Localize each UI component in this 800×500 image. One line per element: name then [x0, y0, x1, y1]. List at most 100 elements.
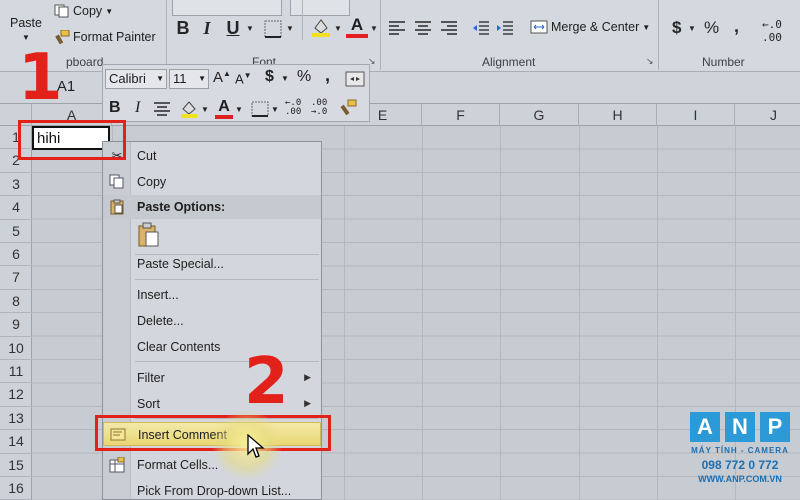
ribbon-size-combo[interactable]: [290, 0, 350, 16]
menu-item-copy[interactable]: Copy: [103, 170, 321, 194]
row-header[interactable]: 14: [0, 430, 32, 454]
font-color-swatch: [346, 34, 368, 38]
copy-icon: [109, 174, 124, 189]
paintbrush-icon[interactable]: [339, 99, 357, 117]
increase-indent-icon[interactable]: [496, 20, 514, 36]
watermark-letter: N: [725, 412, 755, 442]
copy-button[interactable]: Copy ▼: [54, 4, 113, 18]
chevron-down-icon[interactable]: ▼: [334, 24, 342, 33]
chevron-down-icon[interactable]: ▼: [271, 105, 279, 114]
row-header[interactable]: 5: [0, 220, 32, 243]
menu-item-label: Filter: [137, 371, 165, 385]
row-header[interactable]: 15: [0, 454, 32, 477]
mini-bold-button[interactable]: B: [109, 99, 121, 117]
mini-currency-button[interactable]: $: [265, 68, 274, 86]
align-center-icon[interactable]: [414, 20, 432, 36]
highlight-cell-a1: [18, 120, 126, 160]
font-color-swatch: [215, 115, 233, 119]
menu-item-cut[interactable]: ✂ Cut: [103, 144, 321, 168]
mini-font-color-button[interactable]: A: [215, 98, 233, 120]
comma-style-icon[interactable]: ,: [325, 65, 330, 86]
merge-center-button[interactable]: Merge & Center ▼: [530, 20, 650, 34]
mini-fill-color-icon[interactable]: [179, 99, 199, 119]
column-header-f[interactable]: F: [422, 104, 500, 126]
group-separator: [166, 0, 167, 70]
alignment-group-label: Alignment: [482, 55, 536, 69]
mini-italic-button[interactable]: I: [135, 99, 140, 117]
column-header-g[interactable]: G: [500, 104, 579, 126]
menu-item-paste-special[interactable]: Paste Special...: [103, 252, 321, 276]
format-cells-icon: [109, 457, 125, 473]
format-table-icon[interactable]: [345, 71, 365, 87]
increase-decimal-icon[interactable]: ←.0.00: [762, 18, 782, 44]
borders-icon[interactable]: [264, 20, 282, 38]
currency-button[interactable]: $: [672, 18, 681, 38]
mini-borders-icon[interactable]: [251, 101, 269, 117]
watermark-phone: 098 772 0 772: [701, 458, 779, 472]
row-header[interactable]: 9: [0, 313, 32, 337]
row-header[interactable]: 7: [0, 266, 32, 290]
italic-button[interactable]: I: [196, 18, 218, 39]
chevron-down-icon: ▼: [156, 74, 164, 83]
menu-item-label: Copy: [137, 175, 167, 189]
align-right-icon[interactable]: [440, 20, 458, 36]
decrease-indent-icon[interactable]: [472, 20, 490, 36]
row-header[interactable]: 8: [0, 290, 32, 314]
chevron-down-icon[interactable]: ▼: [370, 24, 378, 33]
mini-center-icon[interactable]: [153, 101, 171, 117]
chevron-down-icon[interactable]: ▼: [281, 74, 289, 83]
merge-cells-icon: [530, 20, 548, 34]
font-color-glyph: A: [350, 15, 364, 34]
group-separator: [658, 0, 659, 70]
ribbon-font-combo[interactable]: [172, 0, 282, 16]
menu-item-format-cells[interactable]: Format Cells...: [103, 453, 321, 477]
menu-item-pick-from-list[interactable]: Pick From Drop-down List...: [103, 479, 321, 500]
increase-decimal-icon[interactable]: ←.0.00: [285, 99, 301, 117]
menu-item-label: Cut: [137, 149, 157, 163]
decrease-decimal-icon[interactable]: .00 →.0: [311, 99, 327, 117]
chevron-down-icon[interactable]: ▼: [286, 24, 294, 33]
menu-item-insert[interactable]: Insert...: [103, 283, 321, 307]
menu-item-label: Paste Options:: [137, 200, 226, 214]
mini-font-color-glyph: A: [218, 98, 230, 115]
column-header-h[interactable]: H: [579, 104, 657, 126]
watermark-letter: P: [760, 412, 790, 442]
row-header[interactable]: 3: [0, 173, 32, 197]
row-header-bar: 1 2 3 4 5 6 7 8 9 10 11 12 13 14 15 16: [0, 126, 32, 500]
mini-font-name-combo[interactable]: Calibri ▼: [105, 69, 167, 89]
chevron-down-icon[interactable]: ▼: [688, 24, 696, 33]
font-color-button[interactable]: A: [346, 16, 368, 40]
mini-percent-button[interactable]: %: [297, 68, 311, 86]
chevron-down-icon[interactable]: ▼: [201, 105, 209, 114]
menu-item-label: Clear Contents: [137, 340, 221, 354]
row-header[interactable]: 11: [0, 360, 32, 384]
submenu-arrow-icon: ▶: [304, 398, 311, 408]
row-header[interactable]: 12: [0, 383, 32, 407]
shrink-font-icon[interactable]: A▼: [235, 71, 252, 86]
comma-style-icon[interactable]: ,: [734, 16, 739, 37]
column-header-i[interactable]: I: [657, 104, 735, 126]
format-painter-button[interactable]: Format Painter: [54, 30, 156, 44]
paste-option-clipboard-icon[interactable]: [137, 222, 161, 248]
paste-button[interactable]: Paste ▼: [10, 16, 42, 42]
row-header[interactable]: 10: [0, 337, 32, 360]
fill-color-icon[interactable]: [310, 16, 332, 38]
align-left-icon[interactable]: [388, 20, 406, 36]
underline-button[interactable]: U: [222, 18, 244, 39]
mini-font-size-combo[interactable]: 11 ▼: [169, 69, 209, 89]
mini-toolbar: Calibri ▼ 11 ▼ A▲ A▼ $ ▼ % , B I ▼ A ▼ ▼…: [102, 64, 370, 122]
dialog-launcher-icon[interactable]: ↘: [646, 56, 654, 67]
row-header[interactable]: 16: [0, 477, 32, 500]
chevron-down-icon[interactable]: ▼: [246, 24, 254, 33]
grow-font-icon[interactable]: A▲: [213, 69, 231, 86]
row-header[interactable]: 4: [0, 196, 32, 220]
row-header[interactable]: 13: [0, 407, 32, 431]
row-header[interactable]: 6: [0, 243, 32, 267]
percent-button[interactable]: %: [704, 18, 719, 38]
menu-item-delete[interactable]: Delete...: [103, 309, 321, 333]
chevron-down-icon[interactable]: ▼: [235, 105, 243, 114]
column-header-j[interactable]: J: [735, 104, 800, 126]
mini-font-name: Calibri: [109, 71, 146, 86]
copy-icon: [54, 4, 69, 18]
bold-button[interactable]: B: [172, 18, 194, 39]
